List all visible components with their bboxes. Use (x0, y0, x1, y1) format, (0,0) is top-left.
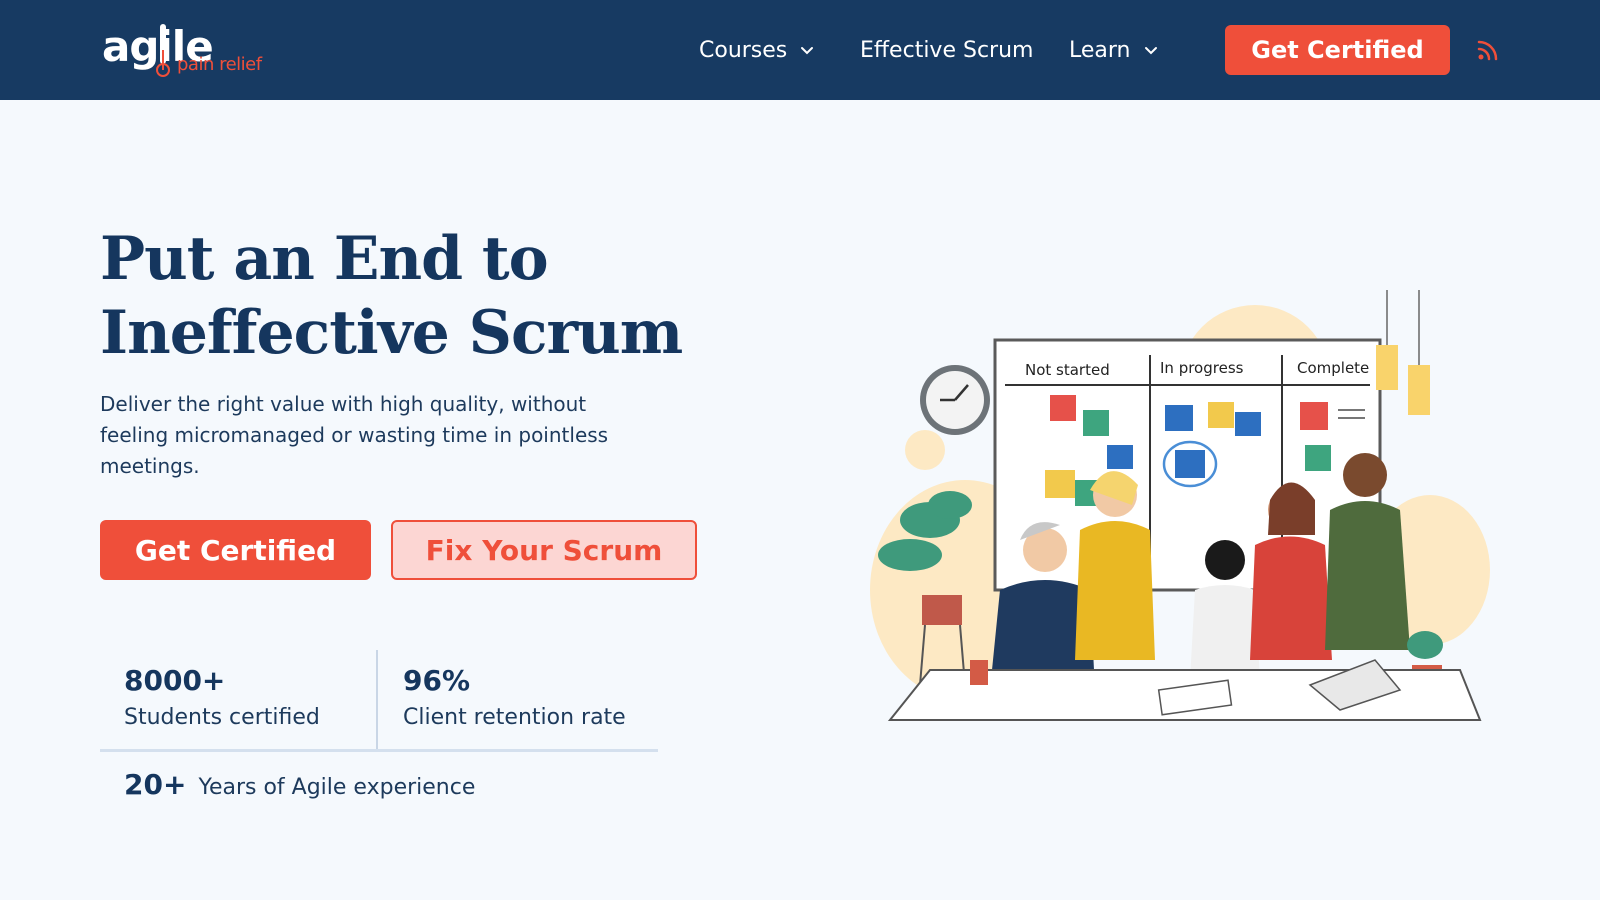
hero-headline-line2: Ineffective Scrum (100, 298, 683, 368)
fix-your-scrum-button[interactable]: Fix Your Scrum (391, 520, 697, 580)
sticky-note (1305, 445, 1331, 471)
sticky-note (1107, 445, 1133, 469)
nav-learn-dropdown[interactable]: Learn (1069, 34, 1159, 66)
stat-client-retention: 96% Client retention rate (403, 664, 626, 730)
stat-label: Students certified (124, 705, 320, 730)
nav-effective-scrum-label: Effective Scrum (860, 37, 1034, 63)
chevron-down-icon (1144, 47, 1157, 55)
hero-subtext: Deliver the right value with high qualit… (100, 392, 609, 478)
blob-small (905, 430, 945, 470)
stat-years-experience: 20+ Years of Agile experience (124, 768, 475, 801)
hero-headline-line1: Put an End to (100, 224, 549, 294)
hanging-lamp (1408, 365, 1430, 415)
stat-label: Years of Agile experience (198, 775, 476, 800)
sticky-note (1235, 412, 1261, 436)
board-column-in-progress: In progress (1160, 359, 1244, 377)
agile-pain-relief-logo[interactable]: agile pain relief (100, 20, 270, 82)
stat-label: Client retention rate (403, 705, 626, 730)
sticky-note (1083, 410, 1109, 436)
stat-divider (376, 650, 378, 750)
nav-courses-dropdown[interactable]: Courses (699, 34, 815, 66)
team-scrum-board-illustration: Not started In progress Complete (870, 290, 1490, 721)
sticky-note (1300, 402, 1328, 430)
pencil-cup (970, 660, 988, 685)
board-column-not-started: Not started (1025, 361, 1110, 379)
sticky-note (1045, 470, 1075, 498)
nav-effective-scrum-link[interactable]: Effective Scrum (860, 34, 1033, 66)
stat-divider (100, 749, 658, 752)
get-certified-button[interactable]: Get Certified (100, 520, 371, 580)
sticky-note (1175, 450, 1205, 478)
stat-value: 20+ (124, 768, 187, 801)
stat-value: 8000+ (124, 664, 226, 697)
thermometer-icon (156, 24, 170, 77)
board-column-complete: Complete (1297, 359, 1369, 377)
hanging-lamp (1376, 345, 1398, 390)
rss-icon[interactable] (1477, 39, 1499, 61)
nav-learn-label: Learn (1069, 37, 1131, 63)
nav-get-certified-button[interactable]: Get Certified (1225, 25, 1450, 75)
wall-clock-icon (920, 365, 990, 435)
sticky-note (1165, 405, 1193, 431)
sticky-note (1208, 402, 1234, 428)
stat-students-certified: 8000+ Students certified (124, 664, 320, 730)
hero-headline: Put an End to Ineffective Scrum (100, 222, 740, 370)
sticky-note (1050, 395, 1076, 421)
top-navigation-bar: agile pain relief Courses Effective Scru… (0, 0, 1600, 100)
nav-courses-label: Courses (699, 37, 788, 63)
stat-value: 96% (403, 664, 471, 697)
logo-tagline: pain relief (177, 54, 262, 75)
chevron-down-icon (801, 47, 814, 55)
